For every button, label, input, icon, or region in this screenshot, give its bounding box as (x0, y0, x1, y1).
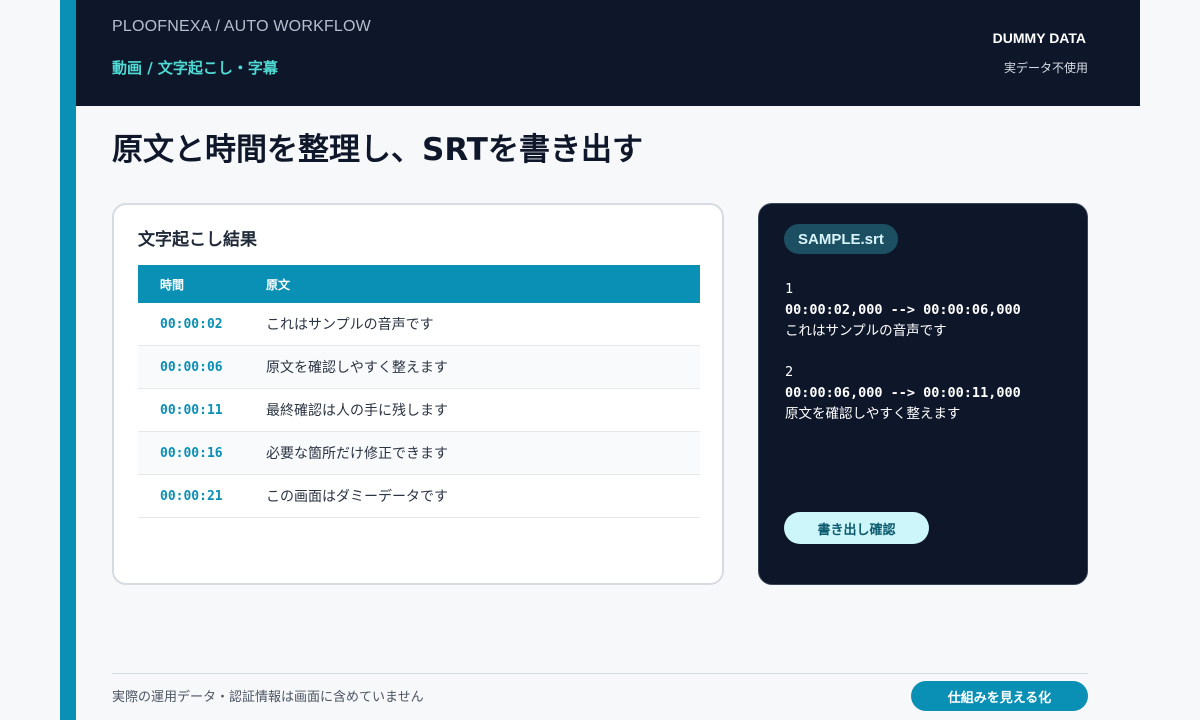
row-time: 00:00:02 (160, 316, 223, 332)
page-title: 原文と時間を整理し、SRTを書き出す (112, 132, 643, 168)
table-row[interactable]: 00:00:11 最終確認は人の手に残します (138, 389, 700, 432)
app-header: PLOOFNEXA / AUTO WORKFLOW 動画 / 文字起こし・字幕 … (76, 0, 1140, 106)
srt-entry-timing: 00:00:02,000 --> 00:00:06,000 (785, 302, 1021, 318)
table-body: 00:00:02 これはサンプルの音声です 00:00:06 原文を確認しやすく… (138, 303, 700, 518)
dummy-data-badge: DUMMY DATA (992, 30, 1086, 46)
srt-entry-index: 2 (785, 364, 794, 380)
row-text: 必要な箇所だけ修正できます (266, 446, 448, 462)
transcript-title: 文字起こし結果 (138, 230, 257, 250)
table-row[interactable]: 00:00:21 この画面はダミーデータです (138, 475, 700, 518)
srt-entry-timing: 00:00:06,000 --> 00:00:11,000 (785, 385, 1021, 401)
row-time: 00:00:21 (160, 488, 223, 504)
brand-title: PLOOFNEXA / AUTO WORKFLOW (112, 18, 371, 35)
table-row[interactable]: 00:00:16 必要な箇所だけ修正できます (138, 432, 700, 475)
column-header-text: 原文 (266, 277, 291, 292)
transcript-card: 文字起こし結果 時間 原文 00:00:02 これはサンプルの音声です 00:0… (112, 203, 724, 585)
srt-entry-index: 1 (785, 281, 794, 297)
transcript-table: 時間 原文 00:00:02 これはサンプルの音声です 00:00:06 原文を… (138, 265, 700, 518)
srt-file-chip: SAMPLE.srt (784, 224, 898, 254)
srt-entry: 1 00:00:02,000 --> 00:00:06,000 これはサンプルの… (785, 279, 1021, 342)
srt-preview-panel: SAMPLE.srt 1 00:00:02,000 --> 00:00:06,0… (758, 203, 1088, 585)
row-time: 00:00:06 (160, 359, 223, 375)
srt-entry-text: これはサンプルの音声です (785, 323, 947, 339)
accent-bar (60, 0, 76, 720)
row-time: 00:00:11 (160, 402, 223, 418)
table-row[interactable]: 00:00:06 原文を確認しやすく整えます (138, 346, 700, 389)
row-text: これはサンプルの音声です (266, 317, 434, 333)
export-confirm-button[interactable]: 書き出し確認 (784, 512, 929, 544)
footer-divider (112, 673, 1088, 674)
row-text: 原文を確認しやすく整えます (266, 360, 448, 376)
section-breadcrumb: 動画 / 文字起こし・字幕 (112, 59, 278, 77)
row-time: 00:00:16 (160, 445, 223, 461)
table-row[interactable]: 00:00:02 これはサンプルの音声です (138, 303, 700, 346)
srt-entry-text: 原文を確認しやすく整えます (785, 406, 961, 422)
visualize-button[interactable]: 仕組みを見える化 (911, 681, 1088, 711)
dummy-data-note: 実データ不使用 (1003, 61, 1088, 75)
table-header: 時間 原文 (138, 265, 700, 303)
row-text: 最終確認は人の手に残します (266, 403, 448, 419)
row-text: この画面はダミーデータです (266, 489, 448, 505)
srt-entry: 2 00:00:06,000 --> 00:00:11,000 原文を確認しやす… (785, 362, 1021, 425)
column-header-time: 時間 (160, 277, 185, 292)
footer-note: 実際の運用データ・認証情報は画面に含めていません (112, 690, 424, 705)
